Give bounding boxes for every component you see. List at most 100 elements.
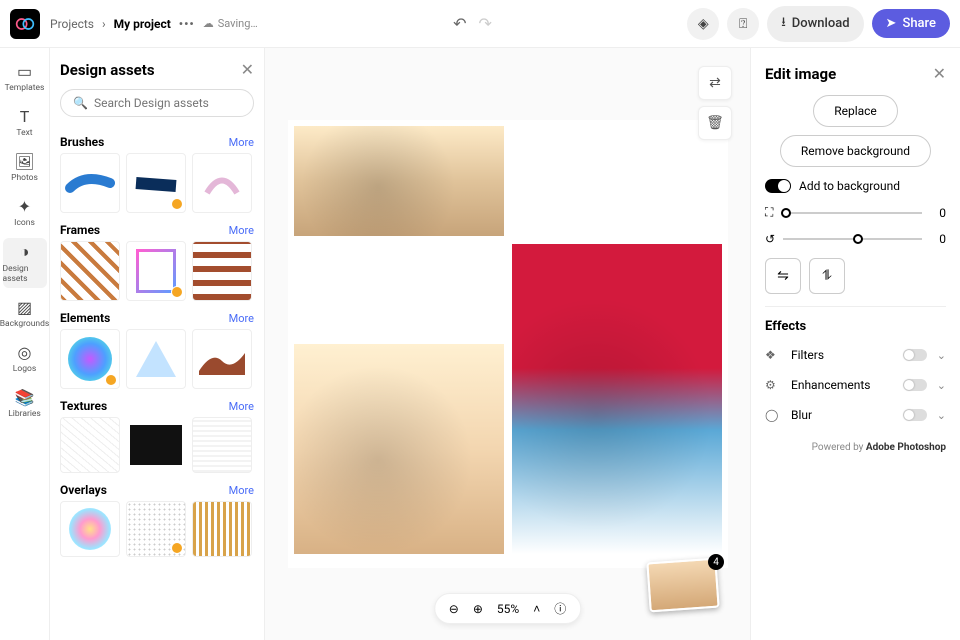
templates-icon: ▭	[17, 62, 32, 81]
asset-thumb[interactable]	[60, 153, 120, 213]
asset-thumb[interactable]	[126, 153, 186, 213]
nav-backgrounds[interactable]: ▨Backgrounds	[3, 294, 47, 333]
breadcrumb: Projects › My project ••• ☁ Saving…	[50, 17, 258, 31]
app-logo[interactable]	[10, 9, 40, 39]
info-icon[interactable]: ⓘ	[554, 600, 566, 617]
chevron-down-icon[interactable]: ⌄	[937, 409, 946, 422]
nav-templates[interactable]: ▭Templates	[3, 58, 47, 97]
effects-heading: Effects	[765, 319, 946, 334]
nav-libraries[interactable]: 📚Libraries	[3, 384, 47, 423]
add-to-background-label: Add to background	[799, 179, 900, 193]
effect-enhancements[interactable]: ⚙ Enhancements ⌄	[765, 370, 946, 400]
collage-cell[interactable]	[294, 344, 504, 554]
close-icon[interactable]: ✕	[241, 60, 254, 79]
asset-thumb[interactable]	[192, 241, 252, 301]
enhancements-icon: ⚙	[765, 378, 781, 392]
nav-text[interactable]: TText	[3, 103, 47, 142]
remove-background-button[interactable]: Remove background	[780, 135, 931, 167]
add-to-background-toggle[interactable]	[765, 179, 791, 193]
assets-title: Design assets	[60, 61, 155, 79]
download-button[interactable]: ⭳ Download	[767, 6, 863, 42]
crop-icon: ⛶	[765, 205, 773, 220]
zoom-in-icon[interactable]: ⊕	[473, 602, 483, 616]
enhancements-toggle[interactable]	[903, 379, 927, 391]
history-controls: ↶ ↷	[268, 14, 677, 33]
breadcrumb-project[interactable]: My project	[114, 17, 171, 31]
backgrounds-icon: ▨	[17, 298, 32, 317]
asset-thumb[interactable]	[60, 329, 120, 389]
collage-cell[interactable]	[294, 126, 504, 236]
asset-thumb[interactable]	[126, 329, 186, 389]
swap-layout-button[interactable]: ⇄	[698, 66, 732, 100]
asset-thumb[interactable]	[126, 501, 186, 557]
share-button[interactable]: ➤ Share	[872, 9, 950, 38]
more-menu-icon[interactable]: •••	[179, 17, 195, 31]
left-nav: ▭Templates TText 🖼Photos ✦Icons ◑Design …	[0, 48, 50, 640]
icons-icon: ✦	[18, 197, 31, 216]
effect-blur[interactable]: ◯ Blur ⌄	[765, 400, 946, 430]
section-overlays: Overlays	[60, 483, 107, 497]
asset-thumb[interactable]	[60, 417, 120, 473]
flip-horizontal-button[interactable]: ⇋	[765, 258, 801, 294]
chevron-down-icon[interactable]: ⌄	[937, 379, 946, 392]
zoom-percent[interactable]: 55%	[497, 602, 519, 616]
asset-thumb[interactable]	[60, 241, 120, 301]
edit-title: Edit image	[765, 65, 836, 83]
hint-button[interactable]: ◈	[687, 8, 719, 40]
nav-icons[interactable]: ✦Icons	[3, 193, 47, 232]
delete-button[interactable]: 🗑	[698, 106, 732, 140]
share-icon: ➤	[886, 16, 897, 31]
top-bar: Projects › My project ••• ☁ Saving… ↶ ↷ …	[0, 0, 960, 48]
flip-vertical-button[interactable]: ⥮	[809, 258, 845, 294]
more-link[interactable]: More	[229, 400, 254, 413]
asset-thumb[interactable]	[192, 153, 252, 213]
crop-slider[interactable]	[781, 212, 922, 214]
blur-icon: ◯	[765, 408, 781, 422]
text-icon: T	[20, 107, 30, 126]
more-link[interactable]: More	[229, 136, 254, 149]
more-link[interactable]: More	[229, 224, 254, 237]
zoom-controls: ⊖ ⊕ 55% ˄ ⓘ	[434, 593, 581, 624]
chevron-up-icon[interactable]: ˄	[533, 602, 540, 616]
close-icon[interactable]: ✕	[933, 64, 946, 83]
section-brushes: Brushes	[60, 135, 104, 149]
nav-logos[interactable]: ◎Logos	[3, 339, 47, 378]
collage-cell[interactable]	[512, 244, 722, 554]
canvas[interactable]: ⇄ 🗑 4 ⊖ ⊕ 55% ˄ ⓘ	[265, 48, 750, 640]
section-elements: Elements	[60, 311, 110, 325]
asset-thumb[interactable]	[126, 241, 186, 301]
asset-thumb[interactable]	[192, 501, 252, 557]
undo-icon[interactable]: ↶	[453, 14, 466, 33]
settings-button[interactable]: ⍰	[727, 8, 759, 40]
asset-thumb[interactable]	[60, 501, 120, 557]
logos-icon: ◎	[18, 343, 32, 362]
effect-filters[interactable]: ❖ Filters ⌄	[765, 340, 946, 370]
photo-collage[interactable]	[288, 120, 728, 568]
asset-thumb[interactable]	[192, 417, 252, 473]
download-icon: ⭳	[781, 13, 786, 35]
breadcrumb-root[interactable]: Projects	[50, 17, 94, 31]
asset-thumb[interactable]	[126, 417, 186, 473]
blur-toggle[interactable]	[903, 409, 927, 421]
edit-panel: Edit image ✕ Replace Remove background A…	[750, 48, 960, 640]
layer-stack[interactable]: 4	[648, 560, 718, 610]
more-link[interactable]: More	[229, 484, 254, 497]
zoom-out-icon[interactable]: ⊖	[449, 602, 459, 616]
filters-icon: ❖	[765, 348, 781, 362]
filters-toggle[interactable]	[903, 349, 927, 361]
rotate-slider[interactable]	[783, 238, 922, 240]
powered-by: Powered by Adobe Photoshop	[765, 442, 946, 453]
search-icon: 🔍	[73, 96, 88, 110]
search-input[interactable]: 🔍	[60, 89, 254, 117]
nav-photos[interactable]: 🖼Photos	[3, 148, 47, 187]
chevron-down-icon[interactable]: ⌄	[937, 349, 946, 362]
more-link[interactable]: More	[229, 312, 254, 325]
assets-panel: Design assets ✕ 🔍 Brushes More Frames More…	[50, 48, 265, 640]
replace-button[interactable]: Replace	[813, 95, 898, 127]
nav-design-assets[interactable]: ◑Design assets	[3, 238, 47, 288]
design-assets-icon: ◑	[20, 242, 30, 262]
redo-icon[interactable]: ↷	[478, 14, 491, 33]
photos-icon: 🖼	[14, 152, 34, 171]
section-frames: Frames	[60, 223, 100, 237]
asset-thumb[interactable]	[192, 329, 252, 389]
